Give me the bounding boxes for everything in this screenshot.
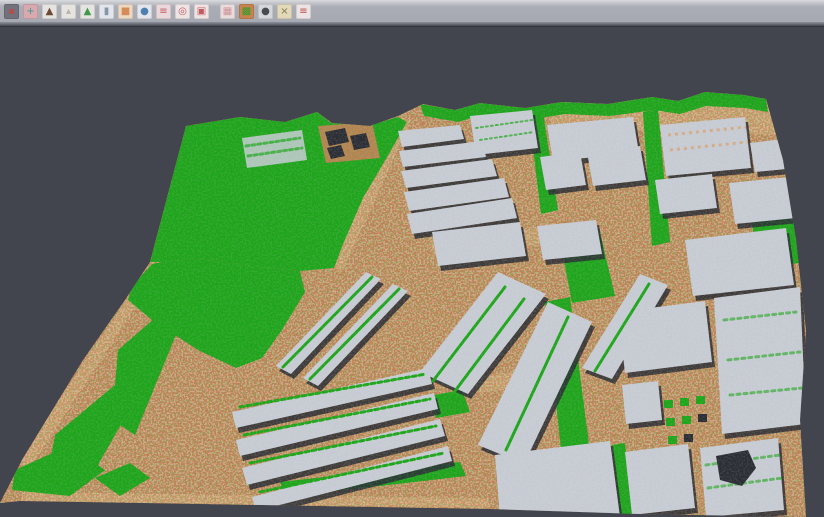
dark-sphere-icon[interactable]: ● [258,4,273,19]
striped-list-icon[interactable]: ≡ [296,4,311,19]
ground-class-icon[interactable]: ▲ [42,4,57,19]
target-circle-icon[interactable]: ◎ [175,4,190,19]
profile-lines-icon[interactable]: ≡ [156,4,171,19]
grid-overlay-icon[interactable]: ▦ [220,4,235,19]
globe-icon[interactable]: ● [137,4,152,19]
orange-layer-icon[interactable]: ■ [118,4,133,19]
3d-viewport[interactable] [0,27,824,517]
classified-map-icon[interactable]: ▩ [239,4,254,19]
measure-cross-icon[interactable]: × [277,4,292,19]
vegetation-class-icon[interactable]: ▲ [80,4,95,19]
select-region-icon[interactable]: ▣ [194,4,209,19]
app-window: ▪ + ▲ ▴ ▲ ▮ ■ ● ≡ ◎ ▣ ▦ ▩ ● × ≡ [0,0,824,517]
point-cloud-scene [0,27,824,517]
building-class-icon[interactable]: ▮ [99,4,114,19]
classify-scatter-icon[interactable]: + [23,4,38,19]
low-points-icon[interactable]: ▴ [61,4,76,19]
toolbar: ▪ + ▲ ▴ ▲ ▮ ■ ● ≡ ◎ ▣ ▦ ▩ ● × ≡ [0,0,824,22]
points-cloud-icon[interactable]: ▪ [4,4,19,19]
